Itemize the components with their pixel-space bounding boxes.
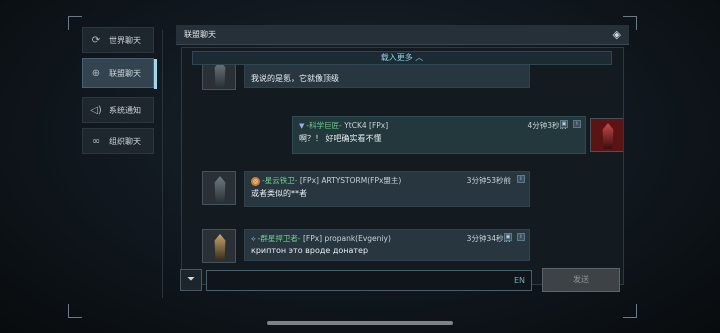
- sender-name[interactable]: [FPx] propank(Evgeniy): [303, 234, 391, 243]
- speaker-icon: ◁): [90, 104, 102, 116]
- sidebar-item-label: 世界聊天: [109, 35, 141, 45]
- sender-title: -星云铁卫-: [262, 176, 298, 185]
- sidebar-item-alliance-chat[interactable]: ⊕ 联盟聊天: [82, 58, 157, 89]
- avatar[interactable]: [202, 171, 236, 205]
- rank-badge-icon: ◎: [251, 176, 260, 186]
- message-bubble: ▼ -科学巨匠- YtCK4 [FPx] 4分钟3秒前 ▣ i 啊？！ 好吧确实看…: [292, 116, 586, 154]
- avatar[interactable]: [202, 229, 236, 263]
- info-icon[interactable]: i: [517, 233, 525, 241]
- message-time: 3分钟53秒前: [466, 176, 511, 185]
- message-list[interactable]: 载入更多 ︿ 我说的是氪，它就像顶级 ▼ -科学巨匠- YtCK4 [FPx] 4…: [181, 47, 624, 285]
- frame-corner: [623, 304, 637, 318]
- sidebar-item-label: 系统通知: [109, 105, 141, 115]
- language-toggle[interactable]: EN: [514, 276, 525, 285]
- load-more-button[interactable]: 载入更多 ︿: [192, 51, 612, 65]
- sender-title: -群星捍卫者-: [257, 234, 301, 243]
- message-text: 啊？！ 好吧确实看不懂: [299, 134, 382, 143]
- message-text: 或者类似的**者: [251, 189, 307, 198]
- input-bar: ⏷ EN 发送: [180, 267, 625, 297]
- message-text: криптон это вроде донатер: [251, 246, 369, 255]
- shield-icon: ▼: [299, 122, 305, 130]
- sender-name[interactable]: [FPx] ARTYSTORM(FPx盟主): [300, 176, 402, 185]
- chat-panel: 联盟聊天 ◈ 载入更多 ︿ 我说的是氪，它就像顶级 ▼ -科学巨匠- YtCK4 …: [176, 25, 629, 300]
- frame-corner: [68, 16, 82, 30]
- sender-name[interactable]: YtCK4 [FPx]: [344, 121, 388, 130]
- diamond-icon[interactable]: ◈: [613, 28, 621, 41]
- info-icon[interactable]: i: [517, 175, 525, 183]
- send-button[interactable]: 发送: [542, 268, 620, 292]
- message-bubble: ◎ -星云铁卫- [FPx] ARTYSTORM(FPx盟主) 3分钟53秒前 i…: [244, 171, 530, 207]
- sidebar-item-label: 联盟聊天: [109, 68, 141, 78]
- sidebar-item-world-chat[interactable]: ⟳ 世界聊天: [82, 27, 154, 53]
- sender-title: -科学巨匠-: [306, 121, 342, 130]
- panel-title: 联盟聊天: [184, 30, 216, 39]
- chat-input[interactable]: [206, 270, 532, 291]
- refresh-globe-icon: ⟳: [91, 34, 101, 46]
- translate-icon[interactable]: ▣: [504, 233, 512, 241]
- filter-icon[interactable]: ⏷: [180, 269, 202, 291]
- link-icon: ∞: [91, 135, 101, 147]
- info-icon[interactable]: i: [573, 120, 581, 128]
- panel-header: 联盟聊天 ◈: [176, 25, 629, 45]
- wings-icon: ⟡: [251, 235, 256, 243]
- sidebar-item-label: 组织聊天: [109, 136, 141, 146]
- frame-corner: [68, 304, 82, 318]
- sidebar-divider: [162, 30, 163, 298]
- message-text: 我说的是氪，它就像顶级: [251, 74, 339, 83]
- channel-sidebar: ⟳ 世界聊天 ⊕ 联盟聊天 ◁) 系统通知 ∞ 组织聊天: [82, 27, 157, 159]
- home-indicator[interactable]: [267, 321, 453, 325]
- message-bubble: ⟡ -群星捍卫者- [FPx] propank(Evgeniy) 3分钟34秒前 …: [244, 229, 530, 261]
- sidebar-item-org-chat[interactable]: ∞ 组织聊天: [82, 128, 154, 154]
- translate-icon[interactable]: ▣: [560, 120, 568, 128]
- sidebar-item-system-notice[interactable]: ◁) 系统通知: [82, 97, 154, 123]
- avatar[interactable]: [590, 118, 623, 152]
- globe-icon: ⊕: [91, 67, 101, 79]
